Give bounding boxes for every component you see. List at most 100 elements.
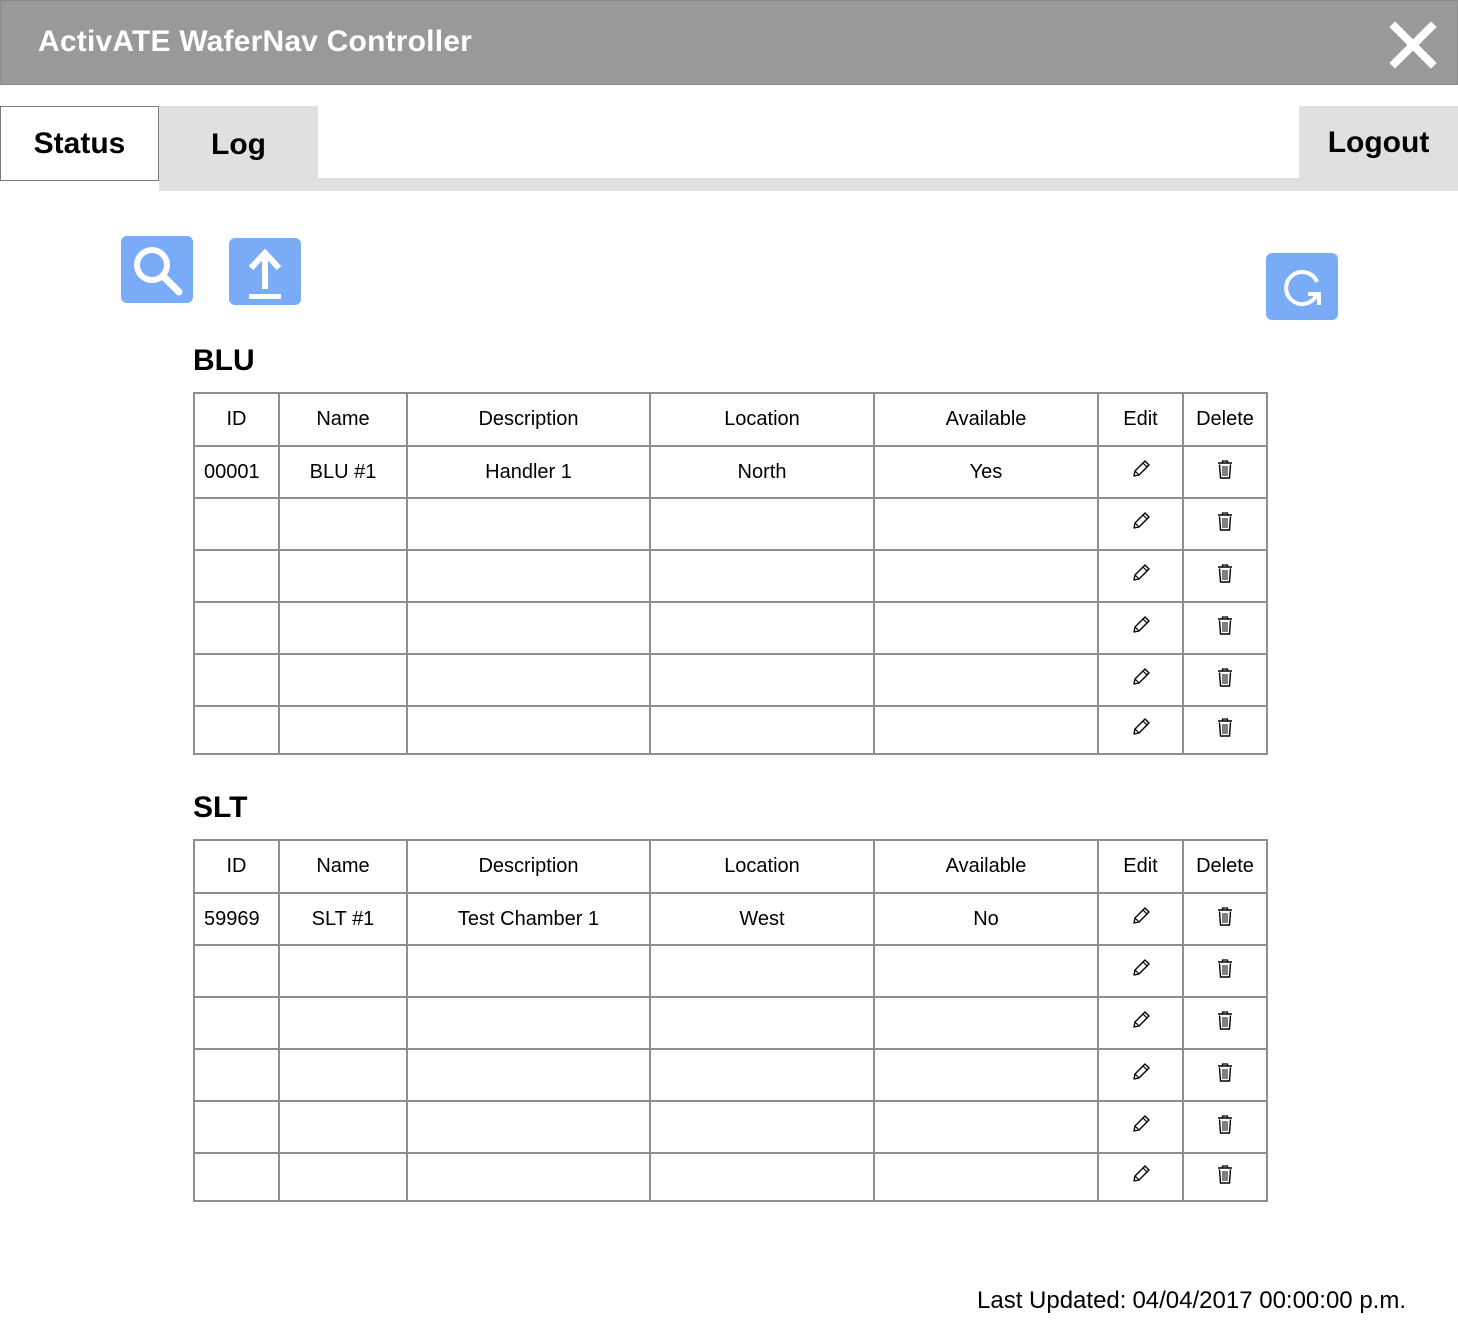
delete-trash-icon[interactable] — [1216, 562, 1234, 584]
cell-id — [193, 601, 280, 655]
cell-edit — [1097, 653, 1184, 707]
cell-name — [278, 601, 408, 655]
cell-id — [193, 653, 280, 707]
cell-delete — [1182, 1152, 1268, 1202]
delete-trash-icon[interactable] — [1216, 666, 1234, 688]
edit-pencil-icon[interactable] — [1130, 1009, 1152, 1031]
table-row — [193, 497, 1268, 551]
cell-location — [649, 601, 875, 655]
blu-section-title: BLU — [193, 344, 255, 377]
column-header-description: Description — [406, 839, 651, 894]
cell-description: Handler 1 — [406, 445, 651, 499]
cell-available — [873, 497, 1099, 551]
edit-pencil-icon[interactable] — [1130, 1113, 1152, 1135]
tab-log[interactable]: Log — [159, 106, 318, 184]
edit-pencil-icon[interactable] — [1130, 666, 1152, 688]
edit-pencil-icon[interactable] — [1130, 1163, 1152, 1185]
cell-description — [406, 549, 651, 603]
cell-id — [193, 996, 280, 1050]
cell-name — [278, 944, 408, 998]
delete-trash-icon[interactable] — [1216, 957, 1234, 979]
edit-pencil-icon[interactable] — [1130, 957, 1152, 979]
refresh-icon — [1284, 269, 1321, 306]
cell-edit — [1097, 1048, 1184, 1102]
cell-id — [193, 705, 280, 755]
column-header-edit: Edit — [1097, 839, 1184, 894]
cell-edit — [1097, 601, 1184, 655]
cell-description — [406, 601, 651, 655]
delete-trash-icon[interactable] — [1216, 1061, 1234, 1083]
cell-delete — [1182, 1048, 1268, 1102]
edit-pencil-icon[interactable] — [1130, 716, 1152, 738]
cell-edit — [1097, 549, 1184, 603]
cell-delete — [1182, 497, 1268, 551]
cell-available — [873, 1100, 1099, 1154]
cell-name — [278, 1152, 408, 1202]
cell-available — [873, 653, 1099, 707]
edit-pencil-icon[interactable] — [1130, 614, 1152, 636]
delete-trash-icon[interactable] — [1216, 1113, 1234, 1135]
column-header-delete: Delete — [1182, 392, 1268, 447]
table-header-row: ID Name Description Location Available E… — [193, 392, 1268, 447]
delete-trash-icon[interactable] — [1216, 1163, 1234, 1185]
cell-location — [649, 705, 875, 755]
upload-button[interactable] — [229, 238, 301, 305]
cell-available: No — [873, 892, 1099, 946]
cell-location: North — [649, 445, 875, 499]
table-row — [193, 944, 1268, 998]
slt-section-title: SLT — [193, 791, 248, 824]
table-row — [193, 1152, 1268, 1202]
cell-id — [193, 1100, 280, 1154]
cell-delete — [1182, 601, 1268, 655]
cell-edit — [1097, 892, 1184, 946]
cell-location — [649, 1152, 875, 1202]
cell-name — [278, 996, 408, 1050]
cell-location — [649, 497, 875, 551]
cell-description — [406, 497, 651, 551]
delete-trash-icon[interactable] — [1216, 1009, 1234, 1031]
cell-id — [193, 497, 280, 551]
cell-delete — [1182, 653, 1268, 707]
column-header-location: Location — [649, 839, 875, 894]
logout-button[interactable]: Logout — [1299, 106, 1458, 191]
table-header-row: ID Name Description Location Available E… — [193, 839, 1268, 894]
cell-id: 59969 — [193, 892, 280, 946]
table-row — [193, 705, 1268, 755]
column-header-available: Available — [873, 392, 1099, 447]
logout-label: Logout — [1327, 125, 1430, 159]
edit-pencil-icon[interactable] — [1130, 458, 1152, 480]
cell-description — [406, 1152, 651, 1202]
edit-pencil-icon[interactable] — [1130, 510, 1152, 532]
edit-pencil-icon[interactable] — [1130, 1061, 1152, 1083]
delete-trash-icon[interactable] — [1216, 614, 1234, 636]
cell-description — [406, 653, 651, 707]
search-button[interactable] — [121, 236, 193, 303]
column-header-location: Location — [649, 392, 875, 447]
cell-available: Yes — [873, 445, 1099, 499]
upload-icon — [248, 248, 282, 299]
cell-available — [873, 1048, 1099, 1102]
window-title: ActivATE WaferNav Controller — [38, 25, 473, 58]
delete-trash-icon[interactable] — [1216, 510, 1234, 532]
cell-description — [406, 705, 651, 755]
column-header-edit: Edit — [1097, 392, 1184, 447]
delete-trash-icon[interactable] — [1216, 716, 1234, 738]
tab-status[interactable]: Status — [0, 106, 159, 181]
table-row — [193, 549, 1268, 603]
refresh-button[interactable] — [1266, 253, 1338, 320]
table-row: 59969 SLT #1 Test Chamber 1 West No — [193, 892, 1268, 946]
edit-pencil-icon[interactable] — [1130, 905, 1152, 927]
cell-edit — [1097, 944, 1184, 998]
delete-trash-icon[interactable] — [1216, 458, 1234, 480]
cell-available — [873, 705, 1099, 755]
cell-name — [278, 497, 408, 551]
close-icon[interactable] — [1389, 21, 1437, 69]
cell-id — [193, 1152, 280, 1202]
table-row — [193, 653, 1268, 707]
cell-delete — [1182, 996, 1268, 1050]
cell-available — [873, 1152, 1099, 1202]
edit-pencil-icon[interactable] — [1130, 562, 1152, 584]
table-row: 00001 BLU #1 Handler 1 North Yes — [193, 445, 1268, 499]
delete-trash-icon[interactable] — [1216, 905, 1234, 927]
table-row — [193, 1048, 1268, 1102]
